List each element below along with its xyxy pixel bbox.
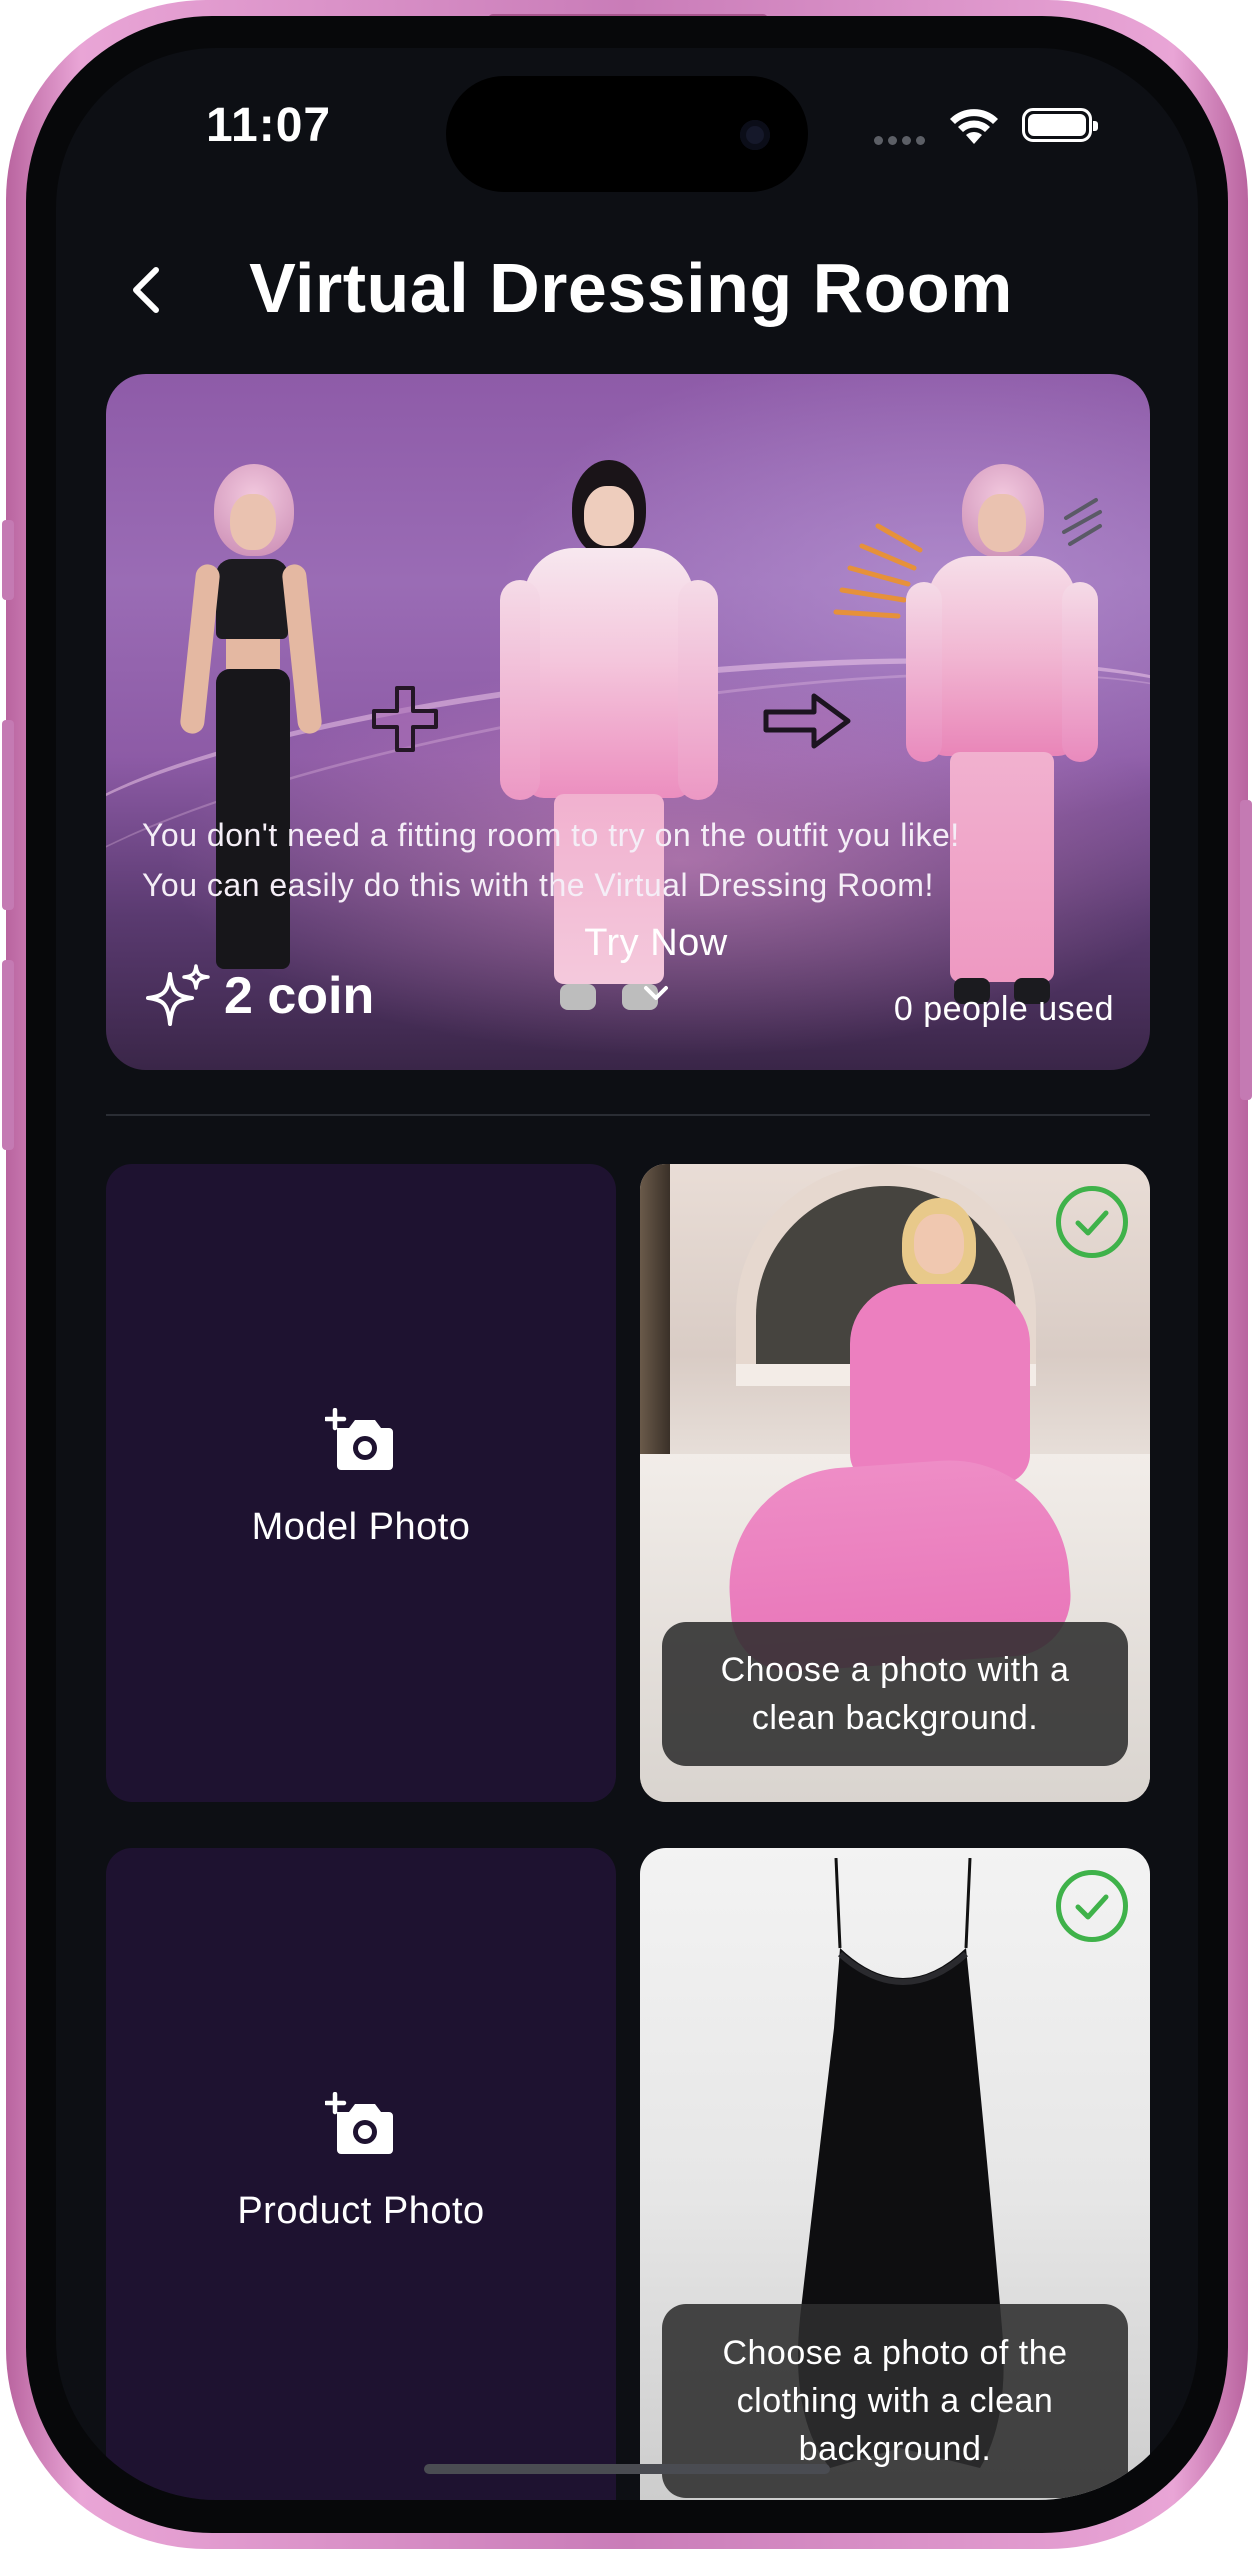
section-divider: [106, 1114, 1150, 1116]
arrow-right-icon: [763, 693, 851, 749]
product-photo-label: Product Photo: [237, 2190, 485, 2232]
hero-description-line-2: You can easily do this with the Virtual …: [142, 867, 934, 903]
coin-cost: 2 coin: [142, 960, 374, 1032]
result-illustration: [906, 464, 1098, 1024]
check-circle-icon: [1056, 1870, 1128, 1942]
model-photo-tip: Choose a photo with a clean background.: [662, 1622, 1128, 1766]
status-time: 11:07: [206, 99, 332, 152]
check-circle-icon: [1056, 1186, 1128, 1258]
front-camera-icon: [740, 120, 770, 150]
hero-banner[interactable]: You don't need a fitting room to try on …: [106, 374, 1150, 1070]
add-camera-icon: [325, 2092, 393, 2154]
side-button-silent: [2, 520, 14, 600]
side-button-power: [1240, 800, 1252, 1100]
chevron-down-icon[interactable]: [638, 980, 674, 1004]
sparkles-icon: [146, 964, 210, 1026]
model-illustration: [179, 464, 323, 1004]
dynamic-island: [446, 76, 808, 192]
product-example-photo: Choose a photo of the clothing with a cl…: [640, 1848, 1150, 2500]
plus-icon: [372, 686, 438, 752]
side-button-volume-up: [2, 720, 14, 910]
model-photo-upload-card[interactable]: Model Photo: [106, 1164, 616, 1802]
try-now-button[interactable]: Try Now: [566, 922, 746, 965]
home-indicator[interactable]: [424, 2464, 830, 2474]
wifi-icon: [950, 109, 998, 144]
model-photo-label: Model Photo: [251, 1506, 471, 1548]
hero-description: You don't need a fitting room to try on …: [142, 810, 1142, 910]
add-camera-icon: [325, 1408, 393, 1470]
battery-icon: [1022, 108, 1098, 142]
side-button-volume-down: [2, 960, 14, 1150]
usage-count: 0 people used: [893, 990, 1114, 1028]
model-example-photo: Choose a photo with a clean background.: [640, 1164, 1150, 1802]
page-title: Virtual Dressing Room: [249, 249, 1013, 327]
coin-amount: 2 coin: [224, 967, 375, 1025]
app-screen: 11:07 Virtual Dressing Room You don't ne…: [56, 48, 1198, 2500]
hero-description-line-1: You don't need a fitting room to try on …: [142, 817, 960, 853]
chevron-left-icon[interactable]: [118, 260, 178, 320]
cellular-signal-icon: [874, 132, 930, 150]
product-photo-upload-card[interactable]: Product Photo: [106, 1848, 616, 2500]
